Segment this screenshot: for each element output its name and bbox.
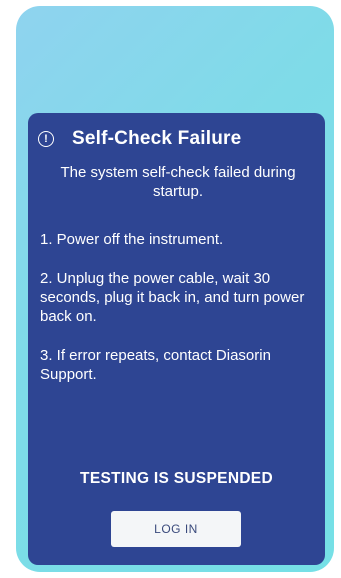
dialog-header: ! Self-Check Failure	[38, 125, 318, 153]
login-button[interactable]: LOG IN	[111, 511, 241, 547]
step-item: 3. If error repeats, contact Diasorin Su…	[40, 347, 271, 383]
step-item: 1. Power off the instrument.	[40, 231, 224, 248]
recovery-steps: 1. Power off the instrument. 2. Unplug t…	[40, 230, 316, 404]
app-screen: ! Self-Check Failure The system self-che…	[16, 6, 334, 572]
step-item: 2. Unplug the power cable, wait 30 secon…	[40, 270, 305, 325]
dialog-title: Self-Check Failure	[72, 128, 242, 149]
error-summary: The system self-check failed during star…	[60, 164, 296, 200]
error-dialog: ! Self-Check Failure The system self-che…	[28, 113, 325, 565]
testing-status: TESTING IS SUSPENDED	[80, 470, 273, 487]
alert-circle-icon: !	[38, 131, 54, 147]
